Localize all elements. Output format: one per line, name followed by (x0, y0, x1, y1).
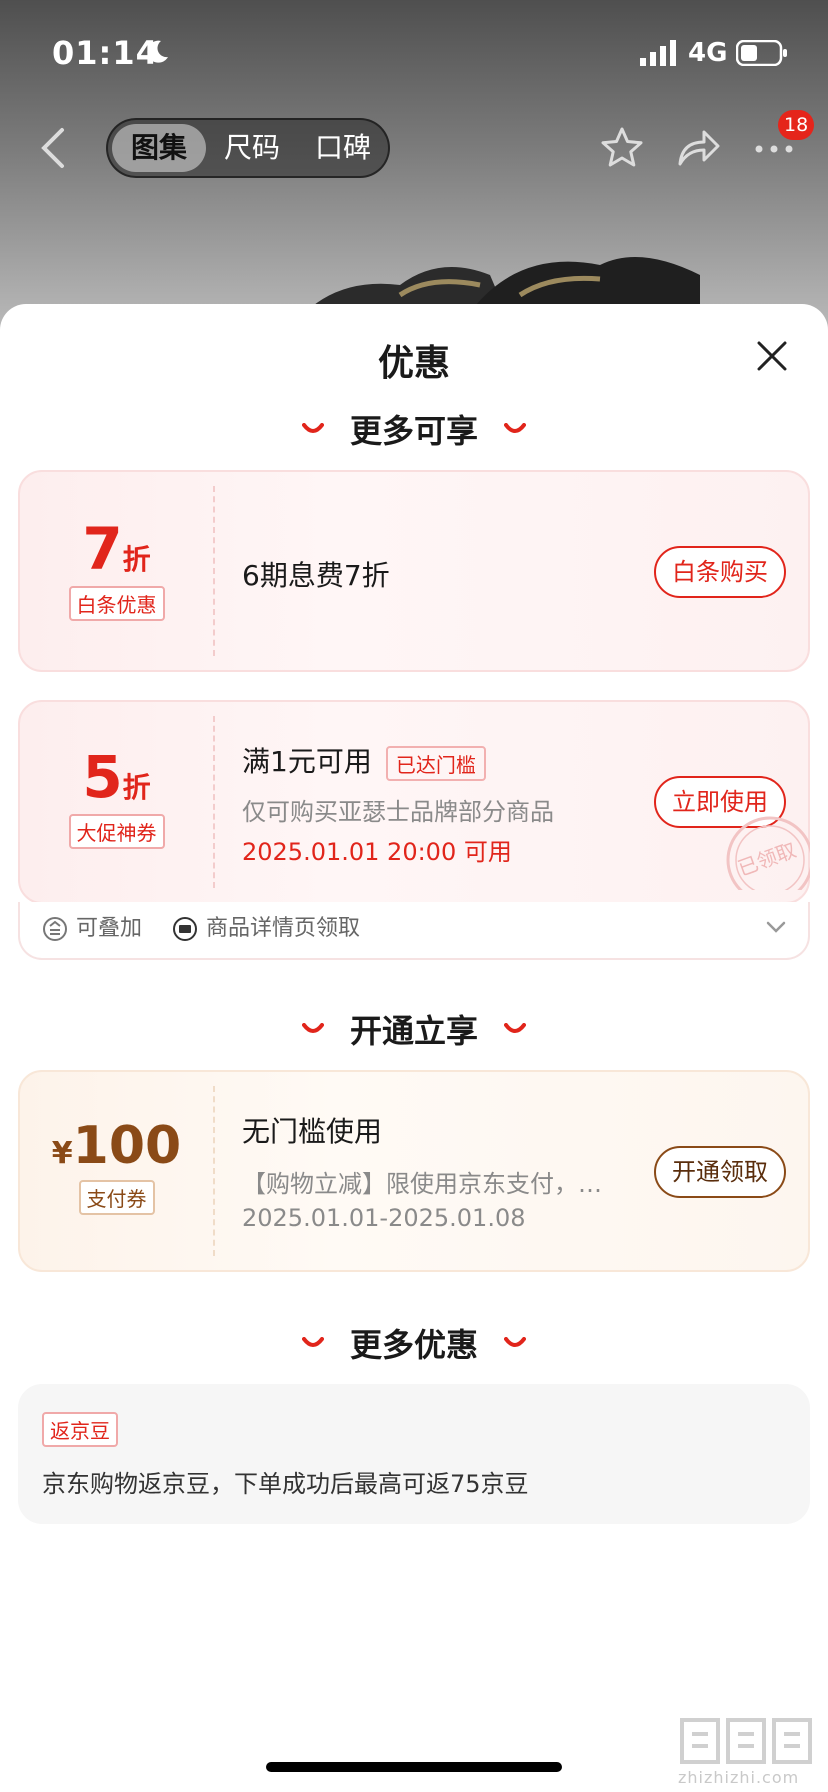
discount-value: 7 (82, 515, 123, 583)
baitiao-buy-button[interactable]: 白条购买 (654, 546, 786, 598)
pay-coupon-amount: ¥100 支付券 (20, 1120, 213, 1215)
smile-deco-icon (301, 1337, 324, 1347)
tab-reviews[interactable]: 口碑 (298, 124, 388, 172)
threshold-status-tag: 已达门槛 (385, 745, 486, 781)
claimed-stamp: 已领取 (726, 816, 810, 890)
smile-deco-icon (504, 1337, 526, 1347)
favorite-star-icon[interactable] (600, 126, 644, 170)
coupon-type-tag: 支付券 (78, 1180, 155, 1215)
back-arrow-icon[interactable] (38, 126, 68, 170)
jingdou-tag: 返京豆 (42, 1412, 118, 1447)
watermark-text: zhizhizhi.com (678, 1768, 800, 1787)
discount-unit: 折 (122, 771, 151, 804)
ticket-icon (173, 917, 197, 941)
close-icon[interactable] (756, 340, 788, 372)
moon-icon (147, 40, 168, 63)
smile-deco-icon (301, 1023, 324, 1033)
jingdou-offer-card[interactable]: 返京豆 京东购物返京豆，下单成功后最高可返75京豆 (18, 1384, 810, 1524)
promo-coupon-card: 5折 大促神券 满1元可用 已达门槛 仅可购买亚瑟士品牌部分商品 2025.01.… (18, 700, 810, 904)
battery-icon (736, 40, 787, 66)
share-icon[interactable] (676, 128, 720, 168)
more-dots-icon[interactable] (754, 144, 794, 154)
pay-coupon-card: ¥100 支付券 无门槛使用 【购物立减】限使用京东支付，… 2025.01.0… (18, 1070, 810, 1272)
discount-value: 5 (82, 743, 123, 811)
smile-deco-icon (504, 1023, 526, 1033)
coupon-title: 无门槛使用 (242, 1115, 383, 1148)
coupon-source-info: 商品详情页领取 (172, 914, 360, 944)
status-bar: 01:14 4G (0, 0, 828, 100)
section-more-offers: 更多优惠 (0, 1320, 828, 1364)
coupon-type-tag: 大促神券 (68, 814, 165, 849)
offers-bottom-sheet: 优惠 更多可享 7折 白条优惠 6期息费7折 白条购买 5折 大促神券 满1元可… (0, 304, 828, 1792)
offer-description: 6期息费7折 (242, 559, 390, 592)
coupon-condition: 满1元可用 (242, 745, 372, 778)
promo-discount: 5折 大促神券 (20, 748, 213, 849)
gallery-tabs: 图集 尺码 口碑 (106, 118, 390, 178)
section-activate: 开通立享 (0, 1006, 828, 1050)
chevron-down-icon[interactable] (766, 920, 786, 934)
coupon-validity: 2025.01.01-2025.01.08 (242, 1204, 526, 1232)
smile-deco-icon (504, 423, 526, 433)
coupon-footer: 可叠加 商品详情页领取 (18, 902, 810, 960)
svg-text:已领取: 已领取 (735, 838, 800, 881)
product-nav-bar: 图集 尺码 口碑 18 (0, 110, 828, 190)
coupon-available-time: 2025.01.01 20:00 可用 (242, 838, 512, 866)
stackable-info: 可叠加 (42, 914, 142, 944)
home-indicator[interactable] (266, 1762, 562, 1772)
sheet-title: 优惠 (377, 343, 450, 384)
coupon-condition-row: 满1元可用 已达门槛 (242, 740, 486, 781)
coupon-amount: 100 (72, 1116, 182, 1176)
signal-icon (640, 40, 676, 66)
currency-symbol: ¥ (51, 1136, 73, 1171)
stack-icon (43, 917, 67, 941)
coupon-desc: 【购物立减】限使用京东支付，… (242, 1170, 602, 1198)
tab-gallery[interactable]: 图集 (112, 124, 206, 172)
smile-deco-icon (301, 423, 324, 433)
tab-size[interactable]: 尺码 (206, 124, 298, 172)
activate-claim-button[interactable]: 开通领取 (654, 1146, 786, 1198)
discount-unit: 折 (122, 543, 151, 576)
offer-type-tag: 白条优惠 (68, 586, 165, 621)
network-type: 4G (688, 38, 728, 68)
message-count-badge: 18 (778, 110, 815, 140)
section-more-available: 更多可享 (0, 406, 828, 450)
baitiao-offer-card: 7折 白条优惠 6期息费7折 白条购买 (18, 470, 810, 672)
jingdou-description: 京东购物返京豆，下单成功后最高可返75京豆 (42, 1470, 529, 1498)
coupon-scope: 仅可购买亚瑟士品牌部分商品 (242, 798, 554, 826)
baitiao-discount: 7折 白条优惠 (20, 520, 213, 621)
